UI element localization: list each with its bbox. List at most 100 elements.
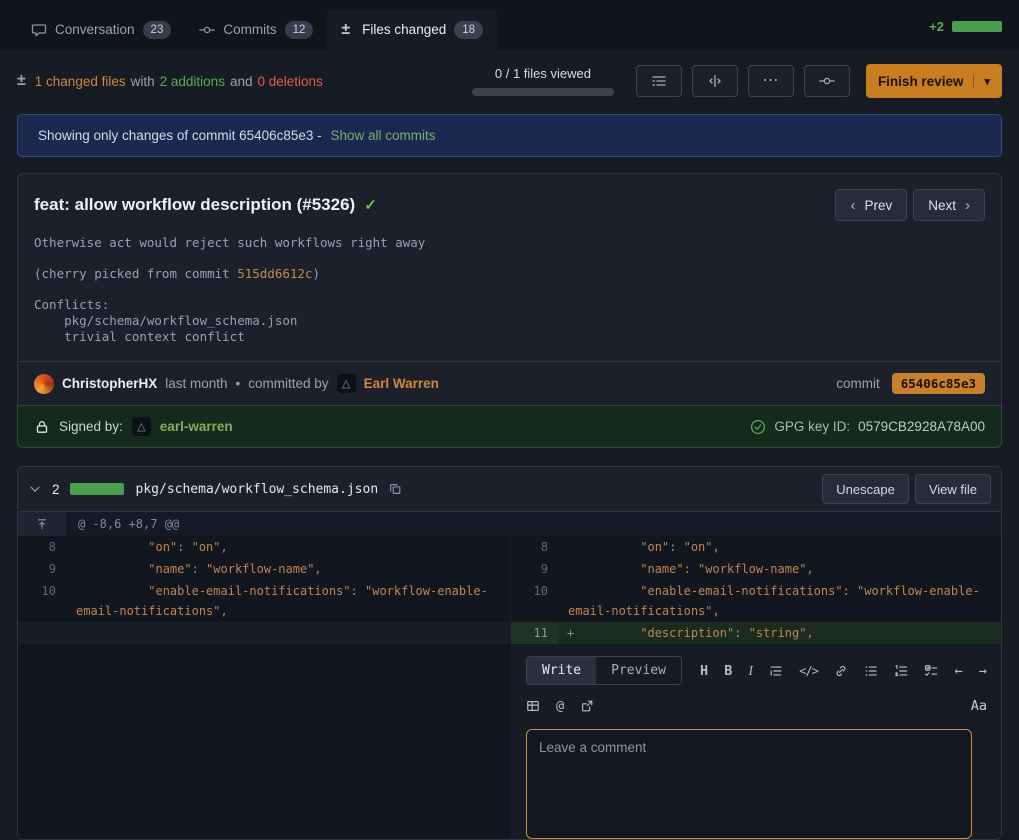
bold-icon[interactable]: B xyxy=(724,663,732,679)
left-line-number[interactable]: 10 xyxy=(18,580,66,622)
font-toggle[interactable]: Aa xyxy=(971,698,987,714)
diff-left-filler xyxy=(18,644,510,839)
files-viewed-label: 0 / 1 files viewed xyxy=(495,66,591,81)
commit-success-check-icon: ✓ xyxy=(364,196,377,214)
summary-text: with xyxy=(131,74,155,89)
tab-conversation[interactable]: Conversation 23 xyxy=(17,9,185,50)
committer-name-link[interactable]: Earl Warren xyxy=(364,376,439,391)
editor-tab-row: Write Preview H B I </> xyxy=(526,656,987,685)
verified-check-icon xyxy=(750,419,766,435)
italic-icon[interactable]: I xyxy=(748,663,753,679)
code-icon[interactable]: </> xyxy=(799,664,818,678)
left-code-cell: "on": "on", xyxy=(66,536,510,558)
right-line-number[interactable]: 9 xyxy=(510,558,558,580)
lock-icon xyxy=(34,419,50,435)
diff-stat-summary: +2 xyxy=(929,19,1002,50)
tab-commits[interactable]: Commits 12 xyxy=(185,9,327,50)
diff-row: 9 "name": "workflow-name", 9 "name": "wo… xyxy=(18,558,1001,580)
task-list-icon[interactable] xyxy=(924,664,938,678)
prev-label: Prev xyxy=(864,198,892,213)
cherry-pick-text: (cherry picked from commit xyxy=(34,266,237,281)
left-line-number[interactable]: 9 xyxy=(18,558,66,580)
diff-icon: ± xyxy=(17,72,26,90)
finish-review-button[interactable]: Finish review ▾ xyxy=(866,64,1002,98)
split-view-icon xyxy=(707,73,723,89)
file-changes-count: 2 xyxy=(52,482,60,497)
next-commit-button[interactable]: Next › xyxy=(913,189,985,221)
commit-title: feat: allow workflow description (#5326) xyxy=(34,195,355,215)
deletions-text: 0 deletions xyxy=(257,74,322,89)
commit-message-line: Otherwise act would reject such workflow… xyxy=(34,235,985,251)
next-label: Next xyxy=(928,198,956,213)
committer-avatar[interactable]: △ xyxy=(337,374,356,393)
file-name-link[interactable]: pkg/schema/workflow_schema.json xyxy=(136,482,379,497)
inline-comment-row: Write Preview H B I </> xyxy=(18,644,1001,839)
file-diff-stat-bar xyxy=(70,483,124,495)
comment-textarea[interactable] xyxy=(526,729,972,839)
diff-row: 10 "enable-email-notifications": "workfl… xyxy=(18,580,1001,622)
files-viewed-progressbar xyxy=(472,88,614,96)
diff-view-options-button[interactable] xyxy=(692,65,738,97)
unescape-button[interactable]: Unescape xyxy=(822,474,909,504)
tab-files-changed[interactable]: ± Files changed 18 xyxy=(327,9,497,50)
link-icon[interactable] xyxy=(834,664,848,678)
finish-review-label: Finish review xyxy=(878,74,964,89)
tab-write[interactable]: Write xyxy=(527,657,596,684)
committed-by-label: committed by xyxy=(248,376,328,391)
right-code-cell-added: + "description": "string", xyxy=(558,622,1001,644)
split-diff-table: @ -8,6 +8,7 @@ 8 "on": "on", 8 "on": "on… xyxy=(18,512,1001,839)
signer-name-link[interactable]: earl-warren xyxy=(160,419,233,434)
dot-separator: • xyxy=(236,376,241,391)
chevron-left-icon: ‹ xyxy=(850,197,855,214)
right-line-number[interactable]: 11 xyxy=(510,622,558,644)
commit-hash-badge[interactable]: 65406c85e3 xyxy=(892,373,985,394)
additions-text: 2 additions xyxy=(160,74,225,89)
file-tree-toggle-button[interactable] xyxy=(636,65,682,97)
left-line-number-empty xyxy=(18,622,66,644)
view-file-button[interactable]: View file xyxy=(915,474,991,504)
redo-arrow-icon[interactable]: → xyxy=(979,663,987,679)
prev-commit-button[interactable]: ‹ Prev xyxy=(835,189,907,221)
commit-label: commit xyxy=(836,376,880,391)
left-line-number[interactable]: 8 xyxy=(18,536,66,558)
cherry-pick-line: (cherry picked from commit 515dd6612c) xyxy=(34,266,985,282)
quote-icon[interactable] xyxy=(769,664,783,678)
file-tree-icon xyxy=(651,73,667,89)
tab-preview[interactable]: Preview xyxy=(596,657,681,684)
commits-count-badge: 12 xyxy=(285,21,314,39)
mention-icon[interactable]: @ xyxy=(556,698,564,714)
table-icon[interactable] xyxy=(526,699,540,713)
signer-avatar[interactable]: △ xyxy=(132,417,151,436)
numbered-list-icon[interactable] xyxy=(894,664,908,678)
cherry-pick-hash-link[interactable]: 515dd6612c xyxy=(237,266,312,281)
conversation-icon xyxy=(31,22,47,38)
left-code-cell: "name": "workflow-name", xyxy=(66,558,510,580)
bullet-list-icon[interactable] xyxy=(864,664,878,678)
commit-filter-banner: Showing only changes of commit 65406c85e… xyxy=(17,114,1002,157)
right-line-number[interactable]: 8 xyxy=(510,536,558,558)
diff-file-header: 2 pkg/schema/workflow_schema.json Unesca… xyxy=(18,467,1001,512)
undo-arrow-icon[interactable]: ← xyxy=(955,663,963,679)
collapse-file-chevron-icon[interactable] xyxy=(28,482,42,496)
author-avatar[interactable] xyxy=(34,374,54,394)
reference-icon[interactable] xyxy=(580,699,594,713)
more-options-button[interactable]: ⋯ xyxy=(748,65,794,97)
gpg-key-info: GPG key ID: 0579CB2928A78A00 xyxy=(750,419,985,435)
copy-path-icon[interactable] xyxy=(388,482,402,496)
changed-files-count: 1 changed files xyxy=(35,74,126,89)
commits-menu-button[interactable] xyxy=(804,65,850,97)
hunk-header-text: @ -8,6 +8,7 @@ xyxy=(66,512,1001,536)
files-viewed: 0 / 1 files viewed xyxy=(472,66,614,96)
editor-secondary-toolbar: @ Aa xyxy=(526,698,987,714)
show-all-commits-link[interactable]: Show all commits xyxy=(330,128,435,143)
author-name-link[interactable]: ChristopherHX xyxy=(62,376,157,391)
changed-files-summary: ± 1 changed files with 2 additions and 0… xyxy=(17,72,323,90)
tab-commits-label: Commits xyxy=(223,22,276,37)
right-line-number[interactable]: 10 xyxy=(510,580,558,622)
right-code-cell: "name": "workflow-name", xyxy=(558,558,1001,580)
chevron-right-icon: › xyxy=(965,197,970,214)
conversation-count-badge: 23 xyxy=(143,21,172,39)
heading-icon[interactable]: H xyxy=(700,663,708,679)
caret-down-icon: ▾ xyxy=(973,75,990,88)
expand-hunk-button[interactable] xyxy=(18,512,66,536)
